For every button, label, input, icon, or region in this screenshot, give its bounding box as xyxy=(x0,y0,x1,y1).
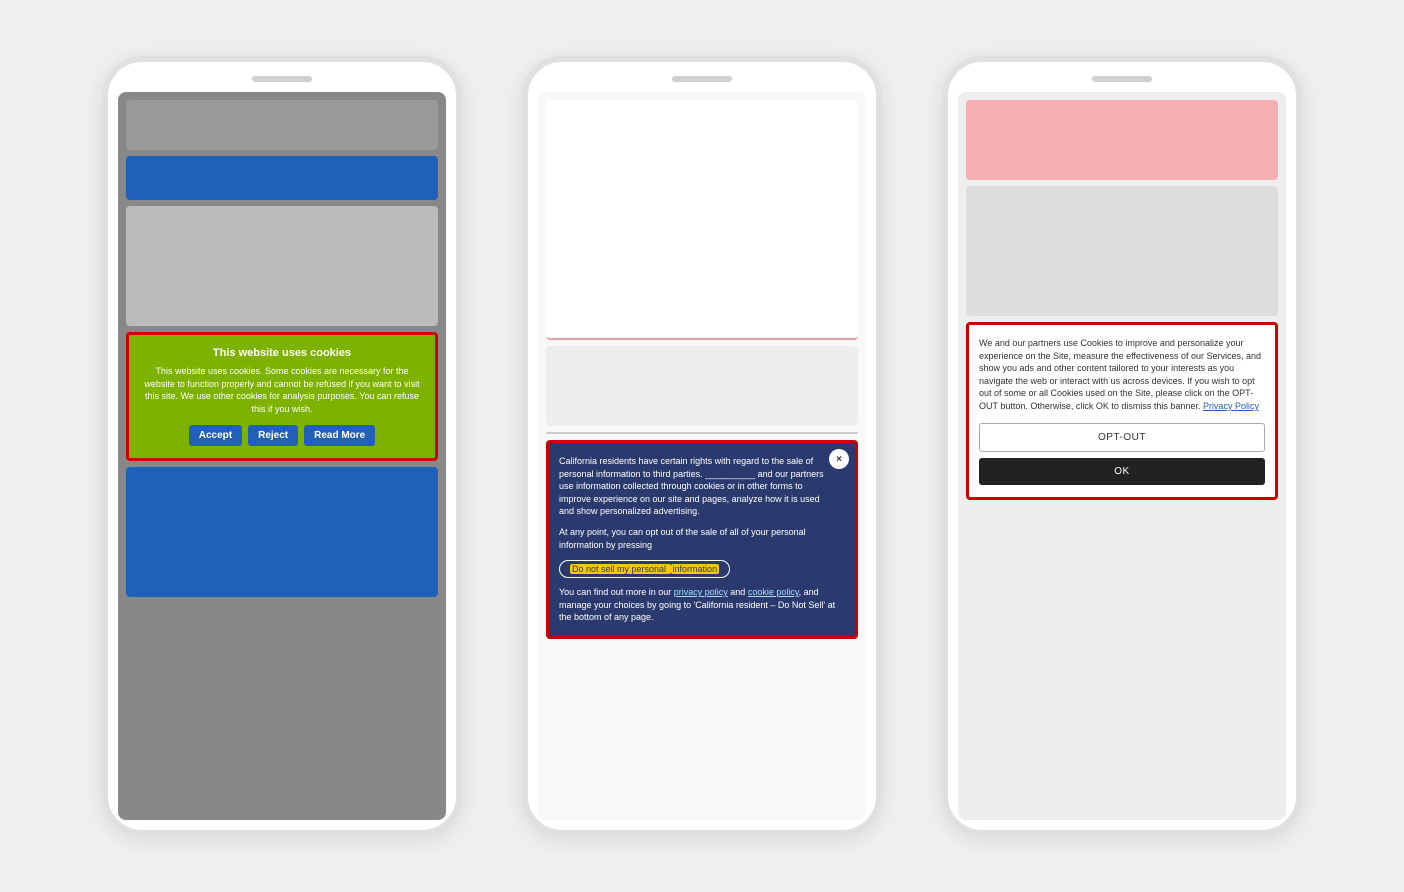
opt-out-highlight: Do not sell my personal xyxy=(570,564,671,574)
opt-out-highlight-info: information xyxy=(671,564,720,574)
phone-2-content-placeholder xyxy=(546,346,858,426)
phone-1-bottom-placeholder xyxy=(126,467,438,597)
cookie-banner-2-footer: You can find out more in our privacy pol… xyxy=(559,586,845,624)
phone-2-speaker xyxy=(672,76,732,82)
phone-3-screen: We and our partners use Cookies to impro… xyxy=(958,92,1286,820)
phone-3: We and our partners use Cookies to impro… xyxy=(942,56,1302,836)
cookie-banner-3-text: We and our partners use Cookies to impro… xyxy=(979,337,1265,413)
cookie-banner-2: × California residents have certain righ… xyxy=(546,440,858,639)
phone-2-white-area xyxy=(546,100,858,340)
phone-3-content-placeholder xyxy=(966,186,1278,316)
cookie-banner-2-para1: California residents have certain rights… xyxy=(559,455,845,518)
phone-2: × California residents have certain righ… xyxy=(522,56,882,836)
phone-1-blue-bar xyxy=(126,156,438,200)
opt-out-button[interactable]: OPT-OUT xyxy=(979,423,1265,452)
phone-2-line xyxy=(546,432,858,434)
phone-2-screen: × California residents have certain righ… xyxy=(538,92,866,820)
phone-1-top-placeholder xyxy=(126,100,438,150)
cookie-policy-link[interactable]: cookie policy xyxy=(748,587,799,597)
close-button[interactable]: × xyxy=(829,449,849,469)
phone-3-pink-bar xyxy=(966,100,1278,180)
phone-3-speaker xyxy=(1092,76,1152,82)
cookie-banner-1-text: This website uses cookies. Some cookies … xyxy=(139,365,425,415)
read-more-button[interactable]: Read More xyxy=(304,425,375,446)
phones-container: This website uses cookies This website u… xyxy=(62,16,1342,876)
reject-button[interactable]: Reject xyxy=(248,425,298,446)
privacy-policy-link[interactable]: privacy policy xyxy=(674,587,728,597)
phone-1: This website uses cookies This website u… xyxy=(102,56,462,836)
privacy-policy-link-3[interactable]: Privacy Policy xyxy=(1203,401,1259,411)
cookie-banner-3: We and our partners use Cookies to impro… xyxy=(966,322,1278,500)
ok-button[interactable]: OK xyxy=(979,458,1265,485)
cookie-banner-2-para2: At any point, you can opt out of the sal… xyxy=(559,526,845,551)
cookie-banner-1-title: This website uses cookies xyxy=(139,347,425,359)
phone-1-screen: This website uses cookies This website u… xyxy=(118,92,446,820)
phone-1-speaker xyxy=(252,76,312,82)
cookie-banner-1: This website uses cookies This website u… xyxy=(126,332,438,461)
accept-button[interactable]: Accept xyxy=(189,425,242,446)
cookie-banner-1-buttons: Accept Reject Read More xyxy=(139,425,425,446)
phone-1-content-placeholder xyxy=(126,206,438,326)
do-not-sell-button[interactable]: Do not sell my personal information xyxy=(559,560,730,578)
